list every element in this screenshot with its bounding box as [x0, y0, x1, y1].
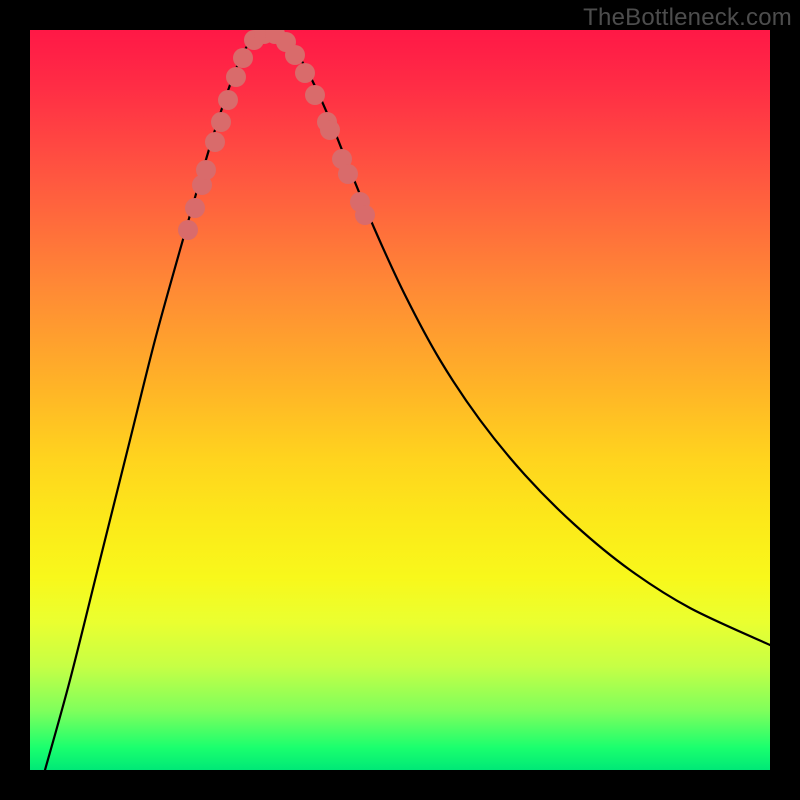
data-point-19: [338, 164, 358, 184]
data-point-8: [233, 48, 253, 68]
data-point-3: [196, 160, 216, 180]
data-point-6: [218, 90, 238, 110]
watermark-text: TheBottleneck.com: [583, 4, 792, 32]
plot-area: [30, 30, 770, 770]
data-point-13: [285, 45, 305, 65]
data-point-0: [178, 220, 198, 240]
data-point-4: [205, 132, 225, 152]
chart-frame: TheBottleneck.com: [0, 0, 800, 800]
data-point-group: [178, 30, 375, 240]
bottleneck-curve-line: [45, 31, 770, 770]
data-point-17: [320, 120, 340, 140]
data-point-7: [226, 67, 246, 87]
data-point-21: [355, 205, 375, 225]
data-point-1: [185, 198, 205, 218]
data-point-14: [295, 63, 315, 83]
chart-svg: [30, 30, 770, 770]
data-point-15: [305, 85, 325, 105]
data-point-5: [211, 112, 231, 132]
